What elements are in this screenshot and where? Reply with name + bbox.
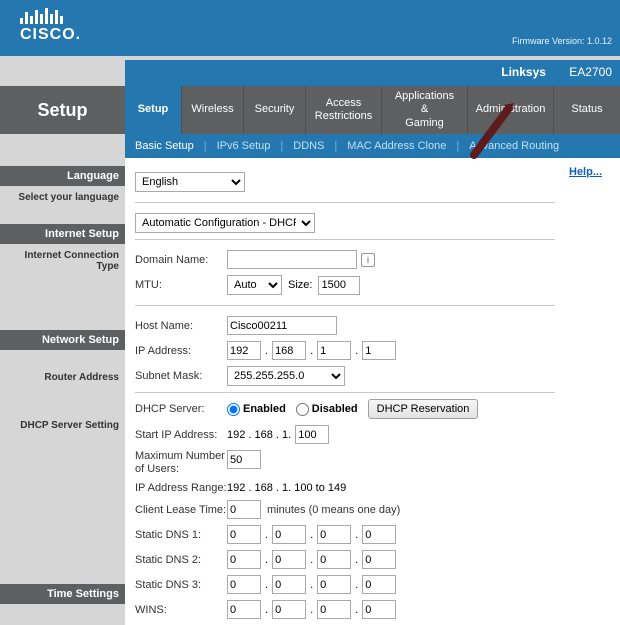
startip-label: Start IP Address: xyxy=(135,429,227,441)
startip-prefix: 192 . 168 . 1. xyxy=(227,429,291,441)
dns3-o2[interactable] xyxy=(272,575,306,594)
dns1-o4[interactable] xyxy=(362,525,396,544)
dns1-o2[interactable] xyxy=(272,525,306,544)
mtu-select[interactable]: Auto xyxy=(227,275,282,295)
firmware-version: Firmware Version: 1.0.12 xyxy=(512,36,612,46)
tab-applications-gaming[interactable]: Applications & Gaming xyxy=(381,86,467,134)
domain-label: Domain Name: xyxy=(135,254,227,266)
side-language-h: Language xyxy=(0,166,125,186)
dns3-o3[interactable] xyxy=(317,575,351,594)
subtab-adv-routing[interactable]: Advanced Routing xyxy=(469,140,559,152)
lease-label: Client Lease Time: xyxy=(135,504,227,516)
help-link[interactable]: Help... xyxy=(569,166,602,178)
ip-octet-4[interactable] xyxy=(362,341,396,360)
dns3-o4[interactable] xyxy=(362,575,396,594)
ip-octet-1[interactable] xyxy=(227,341,261,360)
domain-input[interactable] xyxy=(227,250,357,269)
brand-text: CISCO. xyxy=(20,26,81,44)
mask-select[interactable]: 255.255.255.0 xyxy=(227,366,345,386)
subtab-basic-setup[interactable]: Basic Setup xyxy=(135,140,194,152)
side-language-s: Select your language xyxy=(0,186,125,212)
subtab-ipv6-setup[interactable]: IPv6 Setup xyxy=(217,140,271,152)
model-bar: Linksys EA2700 xyxy=(125,60,620,86)
cisco-logo: CISCO. xyxy=(20,6,81,44)
maxusers-input[interactable] xyxy=(227,450,261,469)
language-select[interactable]: English xyxy=(135,172,245,192)
startip-input[interactable] xyxy=(295,425,329,444)
lease-input[interactable] xyxy=(227,500,261,519)
maxusers-label: Maximum Number of Users: xyxy=(135,450,227,476)
side-internet-s: Internet Connection Type xyxy=(0,244,125,270)
tab-access-restrictions[interactable]: Access Restrictions xyxy=(305,86,381,134)
model-number: EA2700 xyxy=(569,65,612,79)
side-router-s: Router Address xyxy=(0,366,125,414)
info-icon[interactable]: i xyxy=(361,253,375,267)
tab-setup[interactable]: Setup xyxy=(125,86,181,134)
host-input[interactable] xyxy=(227,316,337,335)
range-label: IP Address Range: xyxy=(135,482,227,494)
range-value: 192 . 168 . 1. 100 to 149 xyxy=(227,482,346,494)
dns2-o1[interactable] xyxy=(227,550,261,569)
dns1-label: Static DNS 1: xyxy=(135,529,227,541)
tab-administration[interactable]: Administration xyxy=(467,86,553,134)
wins-o4[interactable] xyxy=(362,600,396,619)
dhcp-label: DHCP Server: xyxy=(135,403,227,415)
header-bar: CISCO. Firmware Version: 1.0.12 xyxy=(0,0,620,56)
tab-wireless[interactable]: Wireless xyxy=(181,86,243,134)
sidebar: Language Select your language Internet S… xyxy=(0,158,125,625)
wins-o2[interactable] xyxy=(272,600,306,619)
mtu-label: MTU: xyxy=(135,279,227,291)
dhcp-disabled-radio[interactable]: Disabled xyxy=(296,403,358,416)
wins-o1[interactable] xyxy=(227,600,261,619)
main-tabs: Setup Wireless Security Access Restricti… xyxy=(125,86,620,134)
ip-label: IP Address: xyxy=(135,345,227,357)
dns3-label: Static DNS 3: xyxy=(135,579,227,591)
ip-octet-2[interactable] xyxy=(272,341,306,360)
host-label: Host Name: xyxy=(135,320,227,332)
ip-octet-3[interactable] xyxy=(317,341,351,360)
subtab-mac-clone[interactable]: MAC Address Clone xyxy=(347,140,446,152)
mask-label: Subnet Mask: xyxy=(135,370,227,382)
wins-label: WINS: xyxy=(135,604,227,616)
content-area: Help... English Automatic Configuration … xyxy=(125,158,620,625)
side-network-h: Network Setup xyxy=(0,330,125,350)
lease-note: minutes (0 means one day) xyxy=(267,504,400,516)
wins-o3[interactable] xyxy=(317,600,351,619)
sub-tabs: Basic Setup | IPv6 Setup | DDNS | MAC Ad… xyxy=(125,134,620,158)
dns2-o3[interactable] xyxy=(317,550,351,569)
page-title: Setup xyxy=(0,86,125,134)
model-brand: Linksys xyxy=(501,65,546,79)
dns1-o3[interactable] xyxy=(317,525,351,544)
dhcp-enabled-radio[interactable]: Enabled xyxy=(227,403,286,416)
side-dhcp-s: DHCP Server Setting xyxy=(0,414,125,584)
side-time-s: Time Settings xyxy=(0,584,125,604)
dns2-label: Static DNS 2: xyxy=(135,554,227,566)
mtu-size-input[interactable] xyxy=(318,276,360,295)
dns3-o1[interactable] xyxy=(227,575,261,594)
cisco-logo-icon xyxy=(20,6,81,24)
tab-security[interactable]: Security xyxy=(243,86,305,134)
size-label: Size: xyxy=(288,279,312,291)
subtab-ddns[interactable]: DDNS xyxy=(293,140,324,152)
dns1-o1[interactable] xyxy=(227,525,261,544)
dns2-o4[interactable] xyxy=(362,550,396,569)
dns2-o2[interactable] xyxy=(272,550,306,569)
dhcp-reservation-button[interactable]: DHCP Reservation xyxy=(368,399,479,419)
tab-status[interactable]: Status xyxy=(553,86,620,134)
connection-type-select[interactable]: Automatic Configuration - DHCP xyxy=(135,213,315,233)
side-internet-h: Internet Setup xyxy=(0,224,125,244)
